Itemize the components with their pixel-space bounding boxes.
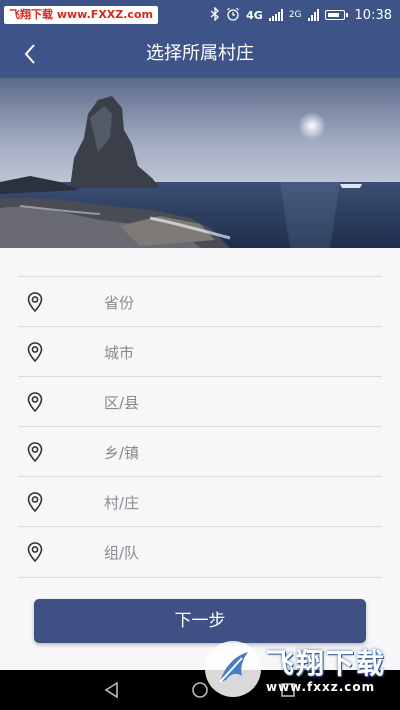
battery-icon <box>324 10 348 20</box>
group-label: 组/队 <box>104 543 140 562</box>
location-pin-icon <box>27 392 43 413</box>
status-bar: 飞翔下载 www.FXXZ.com 4G 2G 10:38 <box>0 0 400 30</box>
network-sub-label: 2G <box>288 10 302 20</box>
status-time: 10:38 <box>354 7 392 23</box>
group-selector[interactable]: 组/队 <box>18 526 382 578</box>
signal-strength-icon-2 <box>307 9 319 21</box>
city-selector[interactable]: 城市 <box>18 326 382 377</box>
province-selector[interactable]: 省份 <box>18 276 382 327</box>
watermark-site: www.FXXZ.com <box>56 8 153 21</box>
location-pin-icon <box>27 292 43 313</box>
watermark-top-badge: 飞翔下载 www.FXXZ.com <box>4 6 158 24</box>
bluetooth-icon <box>210 5 220 24</box>
town-label: 乡/镇 <box>104 443 140 462</box>
village-selection-form: 省份 城市 区/县 乡/镇 村/庄 组/队 <box>0 248 400 580</box>
alarm-clock-icon <box>226 7 240 24</box>
header-bar: 选择所属村庄 <box>0 30 400 78</box>
page-title: 选择所属村庄 <box>146 43 254 64</box>
network-type-label: 4G <box>246 8 263 22</box>
feather-logo-icon <box>205 641 261 697</box>
watermark-url: www.fxxz.com <box>266 680 376 694</box>
back-triangle-icon[interactable] <box>100 678 124 702</box>
village-selector[interactable]: 村/庄 <box>18 476 382 527</box>
city-label: 城市 <box>104 343 135 362</box>
watermark-logo: 飞翔下载 www.fxxz.com <box>200 628 396 708</box>
location-pin-icon <box>27 492 43 513</box>
watermark-app-name: 飞翔下载 <box>9 8 53 21</box>
town-selector[interactable]: 乡/镇 <box>18 426 382 477</box>
banner-image <box>0 78 400 248</box>
district-label: 区/县 <box>104 393 140 412</box>
district-selector[interactable]: 区/县 <box>18 376 382 427</box>
location-pin-icon <box>27 542 43 563</box>
watermark-name: 飞翔下载 <box>266 647 387 680</box>
location-pin-icon <box>27 442 43 463</box>
signal-strength-icon <box>268 9 283 21</box>
location-pin-icon <box>27 342 43 363</box>
province-label: 省份 <box>104 293 135 312</box>
village-label: 村/庄 <box>104 493 140 512</box>
status-icons: 4G 2G 10:38 <box>210 5 392 24</box>
